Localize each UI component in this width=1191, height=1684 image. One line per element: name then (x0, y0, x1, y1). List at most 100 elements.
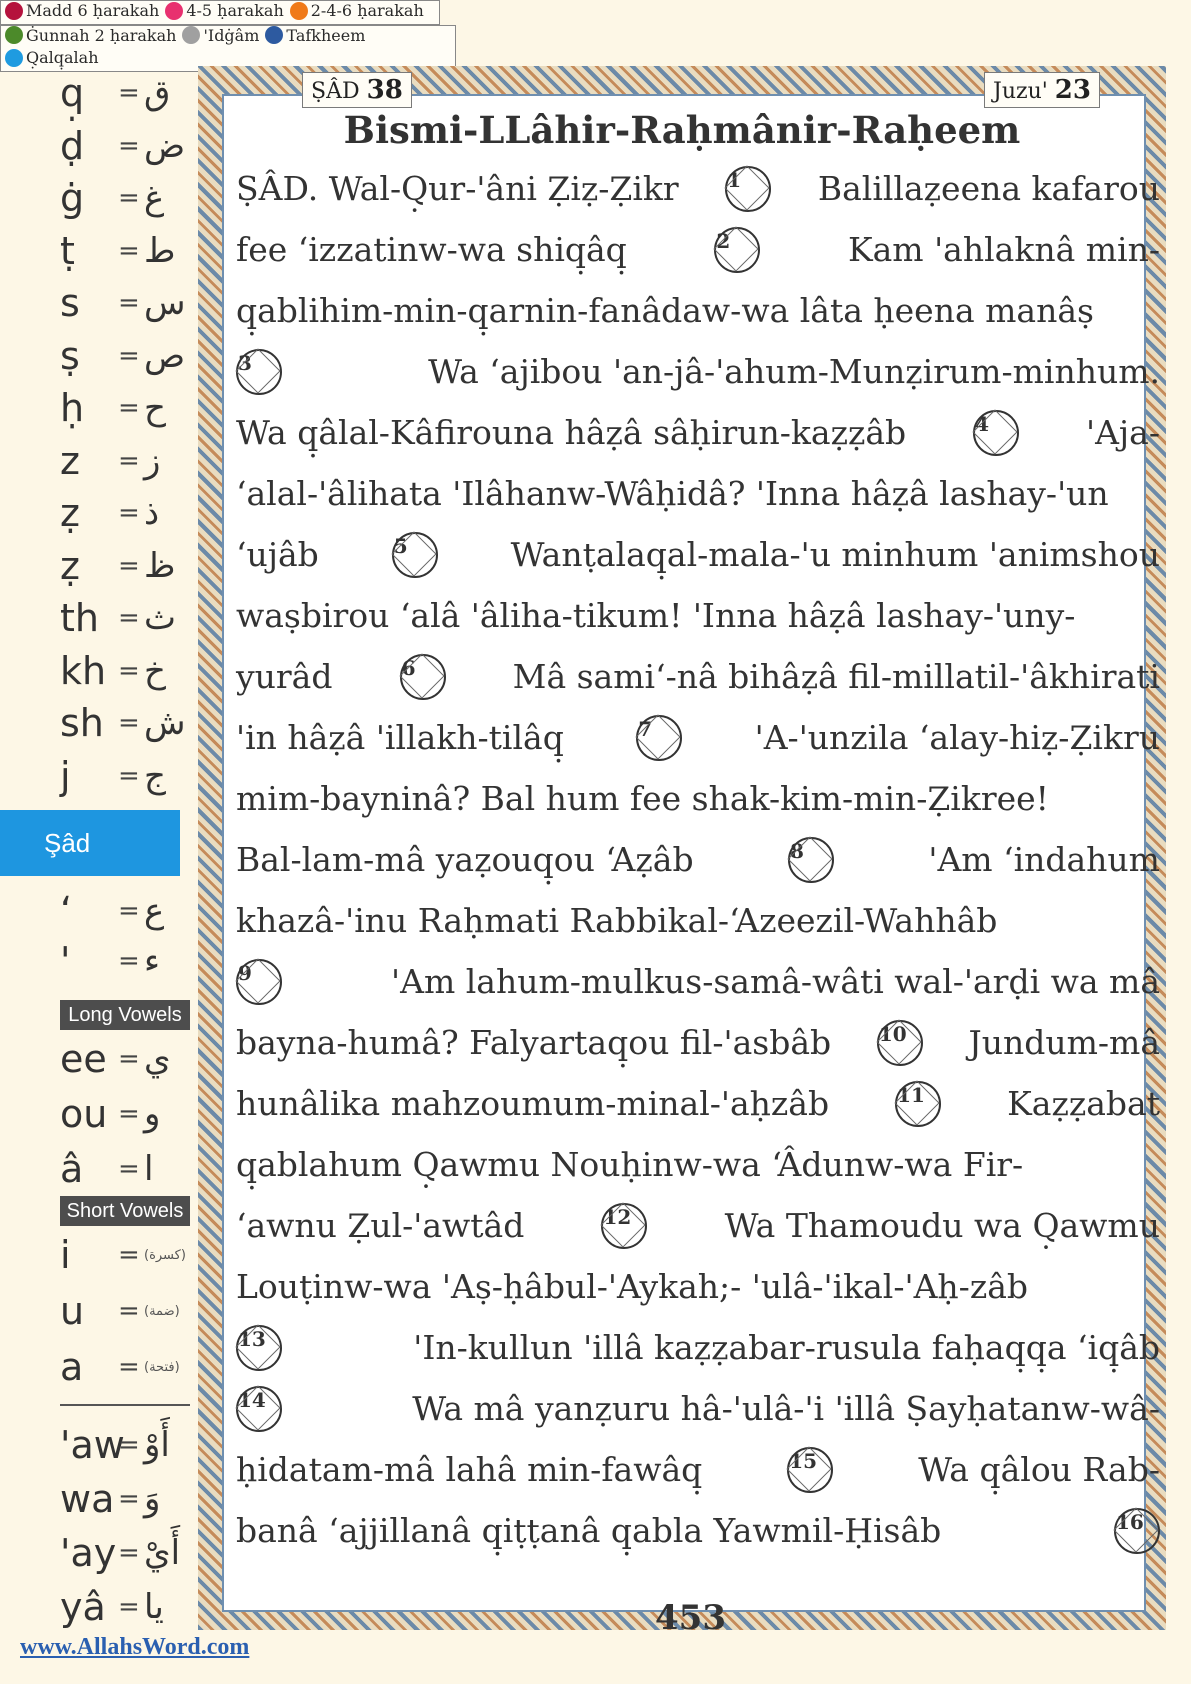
sidebar-row-consonants: ṭ = ط (60, 226, 190, 276)
verse-text: banâ ‘ajjillanâ q̣iṭṭanâ q̣abla Yawmil-Ḥ… (236, 1511, 942, 1550)
latin-letter: a (60, 1345, 84, 1389)
equals-sign: = (118, 946, 140, 976)
latin-letter: ġ (60, 176, 85, 220)
verse-line: Bal-lam-mâ yaẓouq̣ou ‘Aẓâb 8 'Am ‘indahum (236, 829, 1160, 890)
latin-letter: z (60, 438, 80, 483)
verse-number-marker: 16 (1114, 1507, 1160, 1554)
verse-line: Wa q̣âlal-Kâfirouna hâẓâ sâḥirun-kaẓẓâb 4… (236, 402, 1160, 463)
verse-text: Wa ‘ajibou 'an-jâ-'ahum-Munẓirum-minhum. (428, 352, 1160, 391)
sidebar-row-diphthongs: 'aw = أَوْ (60, 1420, 190, 1470)
equals-sign: = (118, 603, 140, 633)
sidebar-row-short_vowels: a = (فتحة) (60, 1342, 190, 1392)
verse-text: Wa q̣âlou Rab- (918, 1450, 1160, 1489)
short-vowels-header: Short Vowels (60, 1196, 190, 1226)
legend-color-dot (289, 1, 308, 20)
equals-sign: = (118, 1044, 140, 1074)
bismillah: Bismi-LLâhir-Raḥmânir-Raḥeem (343, 108, 1021, 152)
latin-letter: 'aw (60, 1423, 125, 1467)
equals-sign: = (118, 896, 140, 926)
verse-text: Jundum-mâ (968, 1023, 1160, 1062)
equals-sign: = (118, 130, 140, 161)
verse-line: ṢÂD. Wal-Q̣ur-'âni Ẓiẓ-Ẓikr 1 Balillaẓeena… (236, 158, 1160, 219)
latin-letter: i (60, 1233, 71, 1277)
verse-number-marker: 15 (787, 1446, 834, 1493)
verse-line: q̣ablahum Q̣awmu Nouḥinw-wa ‘Âdunw-wa Fi… (236, 1134, 1160, 1195)
latin-letter: kh (60, 648, 107, 693)
verse-lines: ṢÂD. Wal-Q̣ur-'âni Ẓiẓ-Ẓikr 1 Balillaẓeena… (236, 158, 1160, 1561)
sidebar-row-diphthongs: 'ay = أَيْ (60, 1528, 190, 1578)
arabic-letter: يا (144, 1587, 164, 1627)
verse-text: ṢÂD. Wal-Q̣ur-'âni Ẓiẓ-Ẓikr (236, 169, 679, 208)
sidebar-row-extra: ‘ = ع (60, 886, 190, 936)
verse-text: q̣ablahum Q̣awmu Nouḥinw-wa ‘Âdunw-wa Fi… (236, 1145, 1024, 1184)
latin-letter: ẓ (60, 543, 80, 588)
legend-color-dot (265, 26, 284, 44)
verse-text: Mâ sami‘-nâ bihâẓâ fil-millatil-'âkhirat… (512, 657, 1160, 696)
equals-sign: = (118, 1240, 140, 1270)
verse-number-marker: 2 (714, 226, 761, 273)
latin-letter: u (60, 1289, 85, 1333)
verse-text: Bal-lam-mâ yaẓouq̣ou ‘Aẓâb (236, 840, 694, 879)
sidebar-row-long_vowels: ou = و (60, 1089, 190, 1139)
latin-letter: s (60, 281, 80, 325)
website-link[interactable]: www.AllahsWord.com (20, 1634, 249, 1661)
latin-letter: j (60, 753, 71, 798)
verse-number-marker: 12 (601, 1202, 648, 1249)
latin-letter: yâ (60, 1585, 106, 1629)
latin-letter: th (60, 596, 99, 640)
arabic-letter: ا (144, 1149, 154, 1189)
verse-text: 'Aja- (1086, 413, 1160, 452)
sidebar-row-extra: ' = ء (60, 936, 190, 986)
verse-text: q̣ablihim-min-q̣arnin-fanâdaw-wa lâta ḥe… (236, 291, 1094, 330)
juz-text: Juzu' (993, 79, 1048, 104)
verse-line: ‘awnu Ẓul-'awtâd 12 Wa Thamoudu wa Q̣awmu (236, 1195, 1160, 1256)
legend-item: 2-4-6 ḥarakah (289, 1, 424, 20)
arabic-letter: ع (144, 891, 165, 931)
equals-sign: = (118, 1592, 140, 1622)
sidebar-row-consonants: ṣ = ص (60, 331, 190, 381)
equals-sign: = (118, 393, 140, 423)
arabic-letter: و (144, 1094, 161, 1134)
latin-letter: ee (60, 1037, 107, 1081)
equals-sign: = (118, 445, 140, 476)
verse-text: yurâd (236, 657, 333, 696)
verse-line: mim-bayninâ? Bal hum fee shak-kim-min-Ẓi… (236, 768, 1160, 829)
latin-letter: ḍ (60, 123, 85, 168)
sidebar-row-long_vowels: ee = ي (60, 1034, 190, 1084)
arabic-letter: ح (144, 388, 166, 428)
sidebar-row-consonants: ġ = غ (60, 173, 190, 223)
latin-letter: â (60, 1147, 84, 1191)
juz-label: Juzu' 23 (984, 72, 1100, 108)
latin-letter: ẓ (60, 491, 80, 535)
verse-text: ‘ujâb (236, 535, 319, 574)
arabic-letter: أَوْ (144, 1425, 170, 1465)
verse-text: Louṭinw-wa 'Aṣ-ḥâbul-'Aykah;- 'ulâ-'ikal… (236, 1267, 1028, 1306)
arabic-letter: ث (144, 598, 177, 638)
sidebar-row-consonants: q̣ = ق (60, 68, 190, 118)
verse-text: ḥidatam-mâ lahâ min-fawâq̣ (236, 1450, 703, 1489)
verse-line: 3 Wa ‘ajibou 'an-jâ-'ahum-Munẓirum-minhum… (236, 341, 1160, 402)
sidebar-row-consonants: kh = خ (60, 646, 190, 696)
sidebar-item-sad[interactable]: Şâd (0, 810, 180, 876)
page-number: 453 (655, 1598, 726, 1638)
verse-number-marker: 5 (391, 531, 438, 578)
verse-text: waṣbirou ‘alâ 'âliha-tikum! 'Inna hâẓâ l… (236, 596, 1076, 635)
legend-item: Tafkheem (265, 26, 365, 45)
verse-line: fee ‘izzatinw-wa shiq̣âq̣ 2 Kam 'ahlaknâ m… (236, 219, 1160, 280)
verse-text: Wa q̣âlal-Kâfirouna hâẓâ sâḥirun-kaẓẓâb (236, 413, 907, 452)
verse-text: hunâlika mahzoumum-minal-'aḥzâb (236, 1084, 830, 1123)
verse-number-marker: 3 (236, 348, 282, 395)
verse-number-marker: 9 (236, 958, 282, 1005)
verse-number-marker: 10 (876, 1019, 923, 1066)
sidebar-row-diphthongs: wa = وَ (60, 1474, 190, 1524)
equals-sign: = (118, 1538, 140, 1568)
arabic-letter: ي (144, 1039, 171, 1079)
surah-label: ṢÂD 38 (302, 72, 412, 108)
latin-letter: sh (60, 701, 104, 745)
arabic-letter: ذ (144, 493, 160, 533)
legend-item: 'Idġâm (182, 26, 259, 45)
equals-sign: = (118, 1430, 140, 1460)
latin-letter: wa (60, 1477, 115, 1521)
verse-line: hunâlika mahzoumum-minal-'aḥzâb 11 Kaẓẓaba… (236, 1073, 1160, 1134)
sidebar-row-consonants: th = ث (60, 593, 190, 643)
